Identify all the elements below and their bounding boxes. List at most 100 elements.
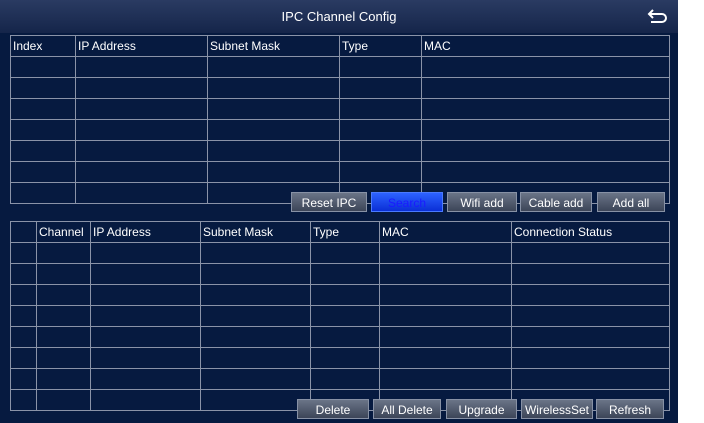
table-cell [75, 56, 208, 78]
ipc-channel-config-window: IPC Channel Config Index IP Address Subn… [0, 0, 678, 423]
table-cell [200, 347, 311, 369]
table-row[interactable] [10, 326, 670, 348]
table-row[interactable] [10, 77, 670, 99]
table-row[interactable] [10, 161, 670, 183]
table-cell [36, 368, 91, 390]
table-cell [75, 140, 208, 162]
channel-list-table: Channel IP Address Subnet Mask Type MAC … [10, 221, 670, 411]
table-cell [511, 242, 670, 264]
table-cell [10, 140, 76, 162]
delete-button[interactable]: Delete [297, 399, 369, 419]
table-cell [10, 305, 37, 327]
table-row[interactable] [10, 305, 670, 327]
table-cell [10, 326, 37, 348]
table-cell [310, 305, 380, 327]
table-cell [10, 242, 37, 264]
table-cell [421, 119, 670, 141]
cable-add-button[interactable]: Cable add [520, 192, 592, 212]
column-header-ip-address: IP Address [90, 221, 201, 243]
window-title: IPC Channel Config [281, 9, 397, 24]
refresh-button[interactable]: Refresh [596, 399, 664, 419]
table-cell [339, 119, 422, 141]
table-cell [10, 182, 76, 204]
table-cell [207, 140, 340, 162]
search-button[interactable]: Search [371, 192, 443, 212]
table-row[interactable] [10, 284, 670, 306]
column-header-mac: MAC [379, 221, 512, 243]
table-cell [379, 305, 512, 327]
table-cell [10, 284, 37, 306]
table-cell [90, 284, 201, 306]
table-row[interactable] [10, 140, 670, 162]
table-row[interactable] [10, 242, 670, 264]
column-header-type: Type [339, 35, 422, 57]
table-cell [207, 56, 340, 78]
table-row[interactable] [10, 368, 670, 390]
table-cell [90, 347, 201, 369]
column-header-select [10, 221, 37, 243]
table-cell [379, 368, 512, 390]
column-header-subnet-mask: Subnet Mask [200, 221, 311, 243]
table-cell [200, 368, 311, 390]
column-header-type: Type [310, 221, 380, 243]
table-cell [511, 263, 670, 285]
table-cell [10, 368, 37, 390]
table-cell [310, 326, 380, 348]
table-cell [75, 182, 208, 204]
table-cell [10, 347, 37, 369]
table-cell [379, 326, 512, 348]
table-row[interactable] [10, 347, 670, 369]
table-cell [36, 326, 91, 348]
reset-ipc-button[interactable]: Reset IPC [291, 192, 367, 212]
table-cell [36, 389, 91, 411]
add-all-button[interactable]: Add all [597, 192, 665, 212]
table-cell [339, 56, 422, 78]
table-cell [421, 140, 670, 162]
table-cell [200, 284, 311, 306]
wifi-add-button[interactable]: Wifi add [447, 192, 517, 212]
table-cell [379, 347, 512, 369]
table-cell [200, 389, 311, 411]
table-cell [10, 77, 76, 99]
column-header-connection-status: Connection Status [511, 221, 670, 243]
column-header-index: Index [10, 35, 76, 57]
column-header-ip-address: IP Address [75, 35, 208, 57]
table-cell [90, 368, 201, 390]
table-cell [511, 305, 670, 327]
table-cell [36, 263, 91, 285]
table-cell [421, 56, 670, 78]
table-cell [75, 98, 208, 120]
table-cell [90, 305, 201, 327]
table-cell [10, 389, 37, 411]
table-cell [200, 263, 311, 285]
table-cell [379, 263, 512, 285]
all-delete-button[interactable]: All Delete [373, 399, 441, 419]
column-header-channel: Channel [36, 221, 91, 243]
table-cell [75, 77, 208, 99]
table-cell [75, 119, 208, 141]
table-row[interactable] [10, 98, 670, 120]
table-header-row: Index IP Address Subnet Mask Type MAC [10, 35, 670, 57]
table-cell [511, 326, 670, 348]
table-cell [339, 77, 422, 99]
table-cell [36, 305, 91, 327]
return-arrow-icon[interactable] [646, 8, 668, 26]
table-cell [10, 98, 76, 120]
wireless-set-button[interactable]: WirelessSet [521, 399, 593, 419]
table-cell [421, 161, 670, 183]
table-row[interactable] [10, 56, 670, 78]
table-cell [36, 347, 91, 369]
table-cell [310, 284, 380, 306]
table-cell [36, 242, 91, 264]
table-cell [90, 242, 201, 264]
upgrade-button[interactable]: Upgrade [446, 399, 517, 419]
table-cell [200, 242, 311, 264]
table-cell [310, 347, 380, 369]
table-cell [207, 119, 340, 141]
table-row[interactable] [10, 263, 670, 285]
table-cell [90, 263, 201, 285]
table-cell [511, 368, 670, 390]
table-row[interactable] [10, 119, 670, 141]
table-cell [207, 98, 340, 120]
table-cell [310, 263, 380, 285]
